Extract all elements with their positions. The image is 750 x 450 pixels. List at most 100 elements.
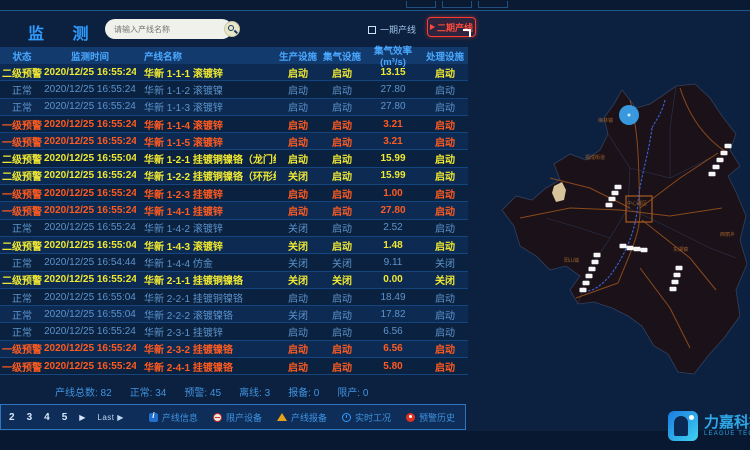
cell-gas-collection: 启动 — [320, 359, 364, 374]
page-number[interactable]: 3 — [27, 412, 33, 423]
pagination: 2 34 5 ▶ Last ▶ — [1, 412, 124, 423]
table-row[interactable]: 正常 2020/12/25 16:55:04 华新 2-2-2 滚镀镍铬 关闭 … — [0, 306, 468, 323]
gauge-icon — [342, 413, 351, 422]
cell-treatment: 启动 — [422, 290, 468, 305]
device-marker[interactable] — [606, 203, 613, 207]
table-row[interactable]: 二级预警 2020/12/25 16:55:04 华新 1-2-1 挂镀铜镍铬（… — [0, 150, 468, 167]
cell-time: 2020/12/25 16:55:24 — [44, 222, 136, 233]
cell-gas-collection: 启动 — [320, 99, 364, 114]
device-marker[interactable] — [580, 288, 587, 292]
cell-gas-collection: 启动 — [320, 220, 364, 235]
cell-efficiency: 9.11 — [364, 257, 422, 268]
cell-line-name: 华新 1-1-5 滚镀锌 — [136, 134, 276, 149]
cell-line-name: 华新 1-1-1 滚镀锌 — [136, 65, 276, 80]
cell-gas-collection: 关闭 — [320, 255, 364, 270]
table-row[interactable]: 二级预警 2020/12/25 16:55:24 华新 1-1-1 滚镀锌 启动… — [0, 64, 468, 81]
summary-bar: 产线总数: 82正常: 34预警: 45离线: 3报备: 0限产: 0 — [55, 382, 475, 400]
table-row[interactable]: 正常 2020/12/25 16:55:24 华新 1-4-2 滚镀锌 关闭 启… — [0, 220, 468, 237]
device-marker[interactable] — [674, 273, 681, 277]
info-icon — [149, 413, 158, 422]
device-marker[interactable] — [589, 267, 596, 271]
device-marker[interactable] — [670, 287, 677, 291]
cell-efficiency: 0.00 — [364, 274, 422, 285]
device-marker[interactable] — [641, 248, 648, 252]
table-row[interactable]: 一级预警 2020/12/25 16:55:24 华新 1-1-4 滚镀锌 启动… — [0, 116, 468, 133]
table-row[interactable]: 二级预警 2020/12/25 16:55:24 华新 1-2-2 挂镀铜镍铬（… — [0, 168, 468, 185]
device-marker[interactable] — [721, 151, 728, 155]
device-marker[interactable] — [586, 274, 593, 278]
cell-production-facility: 启动 — [276, 151, 320, 166]
device-marker[interactable] — [594, 253, 601, 257]
toolbar-buttons: 产线信息 限产设备 产线报备 实时工况 预警历史 — [149, 411, 465, 424]
table-row[interactable]: 一级预警 2020/12/25 16:55:24 华新 1-2-3 挂镀锌 启动… — [0, 185, 468, 202]
table-row[interactable]: 二级预警 2020/12/25 16:55:24 华新 2-1-1 挂镀铜镍铬 … — [0, 272, 468, 289]
cell-treatment: 启动 — [422, 168, 468, 183]
cell-status: 正常 — [0, 307, 44, 322]
cell-time: 2020/12/25 16:55:24 — [44, 326, 136, 337]
device-marker[interactable] — [717, 158, 724, 162]
cell-status: 一级预警 — [0, 134, 44, 149]
table-row[interactable]: 一级预警 2020/12/25 16:55:24 华新 2-3-2 挂镀镍铬 启… — [0, 341, 468, 358]
summary-item: 正常: 34 — [130, 384, 167, 399]
table-row[interactable]: 正常 2020/12/25 16:55:24 华新 1-1-2 滚镀镍 启动 启… — [0, 81, 468, 98]
device-marker[interactable] — [725, 144, 732, 148]
cell-treatment: 启动 — [422, 65, 468, 80]
table-row[interactable]: 一级预警 2020/12/25 16:55:24 华新 1-1-5 滚镀锌 启动… — [0, 133, 468, 150]
column-header: 监测时间 — [44, 49, 136, 63]
cell-line-name: 华新 1-2-3 挂镀锌 — [136, 186, 276, 201]
cell-treatment: 启动 — [422, 220, 468, 235]
cell-time: 2020/12/25 16:55:24 — [44, 84, 136, 95]
table-row[interactable]: 一级预警 2020/12/25 16:55:24 华新 2-4-1 挂镀镍铬 启… — [0, 358, 468, 375]
table-row[interactable]: 一级预警 2020/12/25 16:55:24 华新 1-4-1 挂镀锌 启动… — [0, 202, 468, 219]
device-marker[interactable] — [627, 246, 634, 250]
device-marker[interactable] — [615, 185, 622, 189]
table-row[interactable]: 二级预警 2020/12/25 16:55:04 华新 1-4-3 滚镀锌 关闭… — [0, 237, 468, 254]
cell-production-facility: 启动 — [276, 359, 320, 374]
region-boundary — [502, 84, 747, 374]
device-marker[interactable] — [620, 244, 627, 248]
search-button[interactable] — [224, 21, 240, 37]
toolbar-button[interactable]: 产线信息 — [149, 411, 198, 424]
region-map[interactable]: 梅林镇福成街道中心城区西丽乡阳山镇东湖镇 — [490, 58, 750, 390]
decor-tab — [442, 1, 472, 8]
page-title: 监 测 — [28, 20, 100, 44]
map-label: 梅林镇 — [598, 117, 613, 124]
toolbar-button[interactable]: 限产设备 — [213, 411, 262, 424]
device-marker[interactable] — [676, 266, 683, 270]
cell-status: 二级预警 — [0, 272, 44, 287]
device-marker[interactable] — [713, 165, 720, 169]
cell-efficiency: 15.99 — [364, 153, 422, 164]
cell-gas-collection: 启动 — [320, 168, 364, 183]
table-row[interactable]: 正常 2020/12/25 16:55:04 华新 2-2-1 挂镀铜镍铬 启动… — [0, 289, 468, 306]
table-row[interactable]: 正常 2020/12/25 16:55:24 华新 2-3-1 挂镀锌 启动 启… — [0, 323, 468, 340]
next-page-icon[interactable]: ▶ — [79, 413, 85, 422]
cell-line-name: 华新 1-4-2 滚镀锌 — [136, 220, 276, 235]
device-marker[interactable] — [672, 280, 679, 284]
table-row[interactable]: 正常 2020/12/25 16:54:44 华新 1-4-4 仿金 关闭 关闭… — [0, 254, 468, 271]
device-marker[interactable] — [612, 191, 619, 195]
cell-efficiency: 1.00 — [364, 188, 422, 199]
device-marker[interactable] — [583, 281, 590, 285]
cell-gas-collection: 启动 — [320, 290, 364, 305]
checkbox-icon[interactable] — [368, 26, 376, 34]
phase1-checkbox[interactable]: 一期产线 — [368, 23, 416, 36]
table-row[interactable]: 正常 2020/12/25 16:55:24 华新 1-1-3 滚镀锌 启动 启… — [0, 99, 468, 116]
top-decor-strip — [0, 0, 750, 11]
cell-production-facility: 启动 — [276, 82, 320, 97]
toolbar-button[interactable]: 产线报备 — [277, 411, 327, 424]
device-marker[interactable] — [609, 197, 616, 201]
device-marker[interactable] — [634, 247, 641, 251]
cell-time: 2020/12/25 16:55:24 — [44, 136, 136, 147]
cell-efficiency: 13.15 — [364, 67, 422, 78]
search-input[interactable] — [105, 19, 224, 39]
toolbar-button[interactable]: 预警历史 — [406, 411, 455, 424]
toolbar-button[interactable]: 实时工况 — [342, 411, 391, 424]
page-number[interactable]: 5 — [62, 412, 68, 423]
device-marker[interactable] — [592, 260, 599, 264]
page-number[interactable]: 4 — [44, 412, 50, 423]
cell-treatment: 启动 — [422, 134, 468, 149]
column-header: 产线名称 — [136, 49, 276, 63]
last-page-button[interactable]: Last ▶ — [97, 413, 124, 422]
device-marker[interactable] — [709, 172, 716, 176]
page-number[interactable]: 2 — [9, 412, 15, 423]
